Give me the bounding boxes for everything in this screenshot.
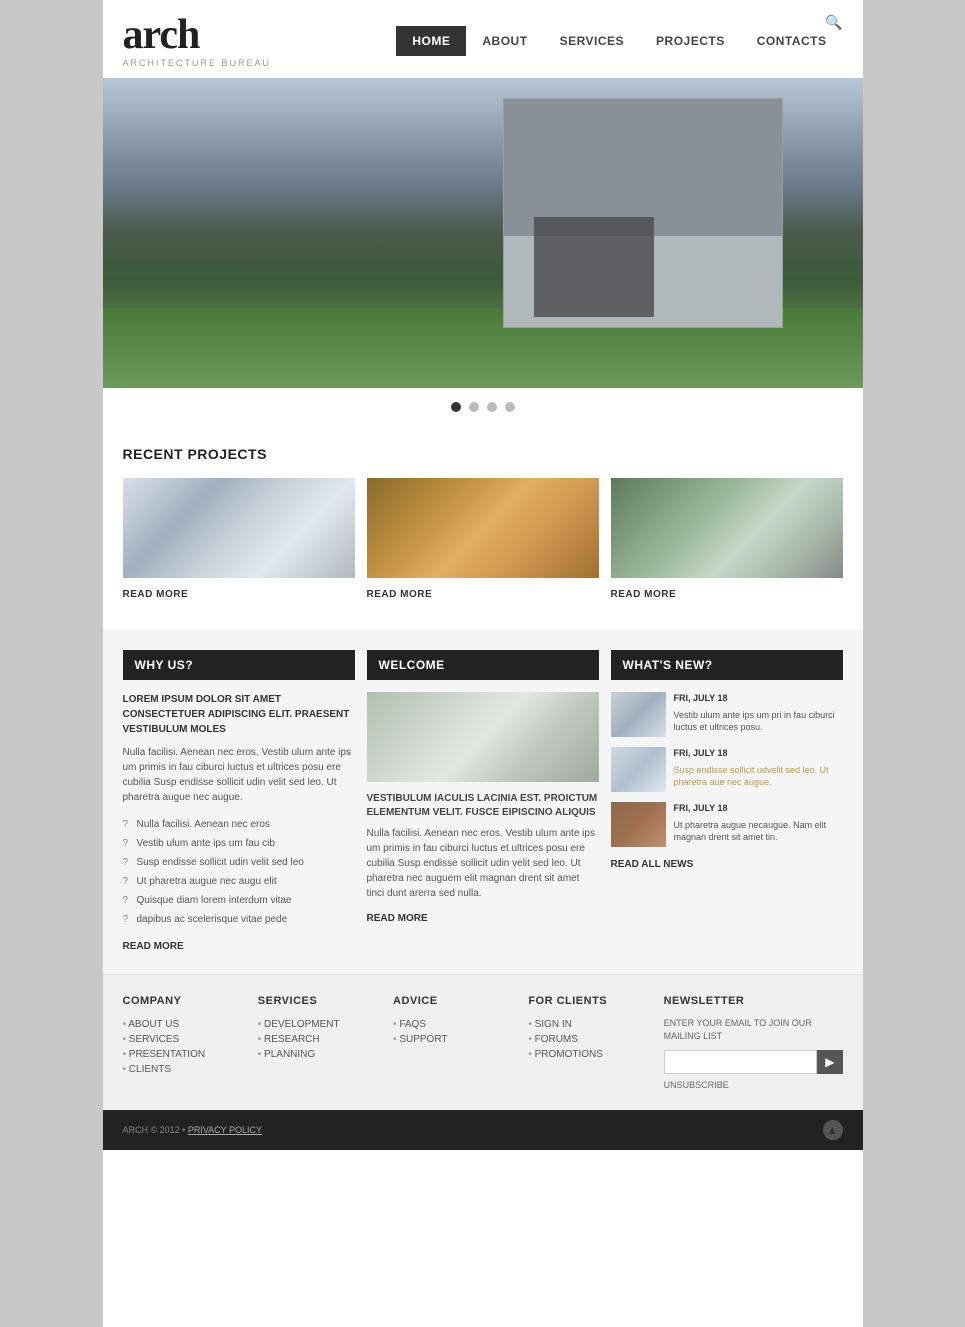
welcome-body: Nulla facilisi. Aenean nec eros. Vestib …: [367, 826, 599, 901]
search-icon[interactable]: 🔍: [825, 14, 842, 31]
news-date-1: FRI, JULY 18: [674, 692, 843, 706]
list-item: Ut pharetra augue nec augu elit: [123, 872, 355, 891]
footer-company: COMPANY ABOUT US SERVICES PRESENTATION C…: [123, 995, 242, 1090]
slider-dots: [103, 388, 863, 426]
news-date-3: FRI, JULY 18: [674, 802, 843, 816]
footer-link-research[interactable]: RESEARCH: [258, 1032, 377, 1047]
list-item: Quisque diam lorem interdum vitae: [123, 891, 355, 910]
whats-new-col: WHAT'S NEW? FRI, JULY 18 Vestib ulum ant…: [611, 650, 843, 954]
whats-new-header: WHAT'S NEW?: [611, 650, 843, 680]
footer-clients: FOR CLIENTS SIGN IN FORUMS PROMOTIONS: [528, 995, 647, 1090]
logo-subtitle: ARCHITECTURE BUREAU: [123, 58, 272, 68]
slider-dot-2[interactable]: [469, 402, 479, 412]
list-item: Nulla facilisi. Aenean nec eros: [123, 815, 355, 834]
project-thumb-2: [367, 478, 599, 578]
welcome-image: [367, 692, 599, 782]
privacy-policy-link[interactable]: PRIVACY POLICY: [188, 1125, 262, 1135]
slider-dot-1[interactable]: [451, 402, 461, 412]
footer-link-planning[interactable]: PLANNING: [258, 1047, 377, 1062]
project-item-3[interactable]: READ MORE: [611, 478, 843, 600]
logo-text: arch: [123, 14, 272, 56]
footer-top: COMPANY ABOUT US SERVICES PRESENTATION C…: [103, 974, 863, 1110]
welcome-body-title: VESTIBULUM IACULIS LACINIA EST. PROICTUM…: [367, 792, 599, 820]
why-us-title: LOREM IPSUM DOLOR SIT AMET CONSECTETUER …: [123, 692, 355, 737]
newsletter-form: ▶: [664, 1050, 843, 1074]
unsubscribe-link[interactable]: UNSUBSCRIBE: [664, 1080, 843, 1090]
footer-advice: ADVICE FAQS SUPPORT: [393, 995, 512, 1090]
newsletter-submit[interactable]: ▶: [817, 1050, 842, 1074]
main-nav: HOME ABOUT SERVICES PROJECTS CONTACTS: [396, 26, 842, 56]
newsletter-description: ENTER YOUR EMAIL TO JOIN OUR MAILING LIS…: [664, 1017, 843, 1042]
news-content-3: FRI, JULY 18 Ut pharetra augue necaugue.…: [674, 802, 843, 847]
project-thumb-3: [611, 478, 843, 578]
list-item: Vestib ulum ante ips um fau cib: [123, 834, 355, 853]
footer-link-promotions[interactable]: PROMOTIONS: [528, 1047, 647, 1062]
read-all-news[interactable]: READ ALL NEWS: [611, 857, 843, 872]
footer-link-services[interactable]: SERVICES: [123, 1032, 242, 1047]
footer-link-forums[interactable]: FORUMS: [528, 1032, 647, 1047]
logo[interactable]: arch ARCHITECTURE BUREAU: [123, 14, 272, 68]
news-item-3: FRI, JULY 18 Ut pharetra augue necaugue.…: [611, 802, 843, 847]
why-us-readmore[interactable]: READ MORE: [123, 939, 355, 954]
footer-copyright: ARCH © 2012 • PRIVACY POLICY: [123, 1125, 263, 1135]
nav-about[interactable]: ABOUT: [466, 26, 543, 56]
recent-projects-title: RECENT PROJECTS: [123, 446, 843, 462]
news-text-1: Vestib ulum ante ips um pri in fau cibur…: [674, 709, 843, 734]
why-us-list: Nulla facilisi. Aenean nec eros Vestib u…: [123, 815, 355, 929]
news-thumb-3: [611, 802, 666, 847]
why-us-header: WHY US?: [123, 650, 355, 680]
projects-grid: READ MORE READ MORE READ MORE: [123, 478, 843, 600]
nav-services[interactable]: SERVICES: [544, 26, 640, 56]
newsletter-input[interactable]: [664, 1050, 818, 1074]
footer-link-dev[interactable]: DEVELOPMENT: [258, 1017, 377, 1032]
hero-banner: [103, 78, 863, 388]
recent-projects-section: RECENT PROJECTS READ MORE READ MORE READ…: [103, 426, 863, 620]
footer-newsletter: NEWSLETTER ENTER YOUR EMAIL TO JOIN OUR …: [664, 995, 843, 1090]
list-item: dapibus ac scelerisque vitae pede: [123, 910, 355, 929]
welcome-readmore[interactable]: READ MORE: [367, 911, 599, 926]
news-content-1: FRI, JULY 18 Vestib ulum ante ips um pri…: [674, 692, 843, 737]
project-item-1[interactable]: READ MORE: [123, 478, 355, 600]
slider-dot-3[interactable]: [487, 402, 497, 412]
nav-home[interactable]: HOME: [396, 26, 466, 56]
footer-bottom: ARCH © 2012 • PRIVACY POLICY ▲: [103, 1110, 863, 1150]
footer-circle-btn[interactable]: ▲: [823, 1120, 843, 1140]
hero-window: [534, 217, 654, 317]
project-thumb-1: [123, 478, 355, 578]
footer-link-presentation[interactable]: PRESENTATION: [123, 1047, 242, 1062]
hero-building: [503, 98, 783, 328]
news-thumb-1: [611, 692, 666, 737]
footer-link-about[interactable]: ABOUT US: [123, 1017, 242, 1032]
footer-advice-title: ADVICE: [393, 995, 512, 1007]
news-content-2: FRI, JULY 18 Susp endisse sollicit udvel…: [674, 747, 843, 792]
slider-dot-4[interactable]: [505, 402, 515, 412]
footer-services-title: SERVICES: [258, 995, 377, 1007]
why-us-body: Nulla facilisi. Aenean nec eros. Vestib …: [123, 745, 355, 805]
header: arch ARCHITECTURE BUREAU HOME ABOUT SERV…: [103, 0, 863, 78]
news-text-2: Susp endisse sollicit udvelit sed leo. U…: [674, 764, 843, 789]
footer-link-clients[interactable]: CLIENTS: [123, 1062, 242, 1077]
read-more-3[interactable]: READ MORE: [611, 589, 677, 600]
three-cols-section: WHY US? LOREM IPSUM DOLOR SIT AMET CONSE…: [103, 630, 863, 974]
news-thumb-2: [611, 747, 666, 792]
footer-services: SERVICES DEVELOPMENT RESEARCH PLANNING: [258, 995, 377, 1090]
welcome-col: WELCOME VESTIBULUM IACULIS LACINIA EST. …: [367, 650, 599, 954]
why-us-col: WHY US? LOREM IPSUM DOLOR SIT AMET CONSE…: [123, 650, 355, 954]
news-date-2: FRI, JULY 18: [674, 747, 843, 761]
footer-clients-title: FOR CLIENTS: [528, 995, 647, 1007]
footer-link-faqs[interactable]: FAQS: [393, 1017, 512, 1032]
read-more-2[interactable]: READ MORE: [367, 589, 433, 600]
news-item-1: FRI, JULY 18 Vestib ulum ante ips um pri…: [611, 692, 843, 737]
project-item-2[interactable]: READ MORE: [367, 478, 599, 600]
read-more-1[interactable]: READ MORE: [123, 589, 189, 600]
list-item: Susp endisse sollicit udin velit sed leo: [123, 853, 355, 872]
footer-newsletter-title: NEWSLETTER: [664, 995, 843, 1007]
footer-link-signin[interactable]: SIGN IN: [528, 1017, 647, 1032]
footer-company-title: COMPANY: [123, 995, 242, 1007]
news-item-2: FRI, JULY 18 Susp endisse sollicit udvel…: [611, 747, 843, 792]
welcome-header: WELCOME: [367, 650, 599, 680]
news-text-3: Ut pharetra augue necaugue. Nam elit mag…: [674, 819, 843, 844]
footer-link-support[interactable]: SUPPORT: [393, 1032, 512, 1047]
nav-projects[interactable]: PROJECTS: [640, 26, 741, 56]
